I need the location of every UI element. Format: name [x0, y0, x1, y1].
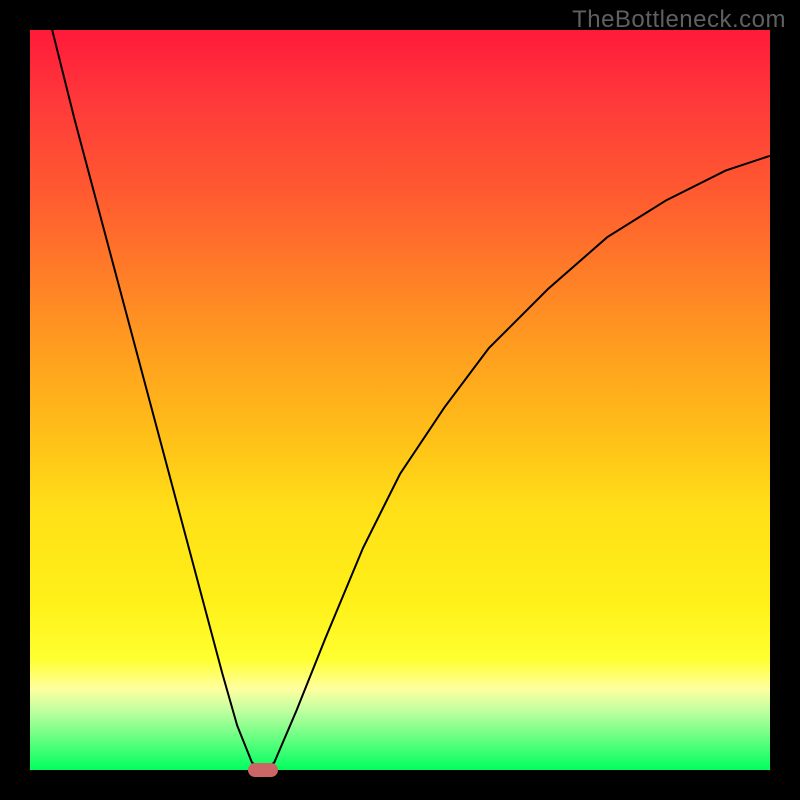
bottleneck-curve	[30, 30, 770, 770]
optimal-marker	[248, 763, 278, 777]
chart-container: TheBottleneck.com	[0, 0, 800, 800]
plot-area	[30, 30, 770, 770]
